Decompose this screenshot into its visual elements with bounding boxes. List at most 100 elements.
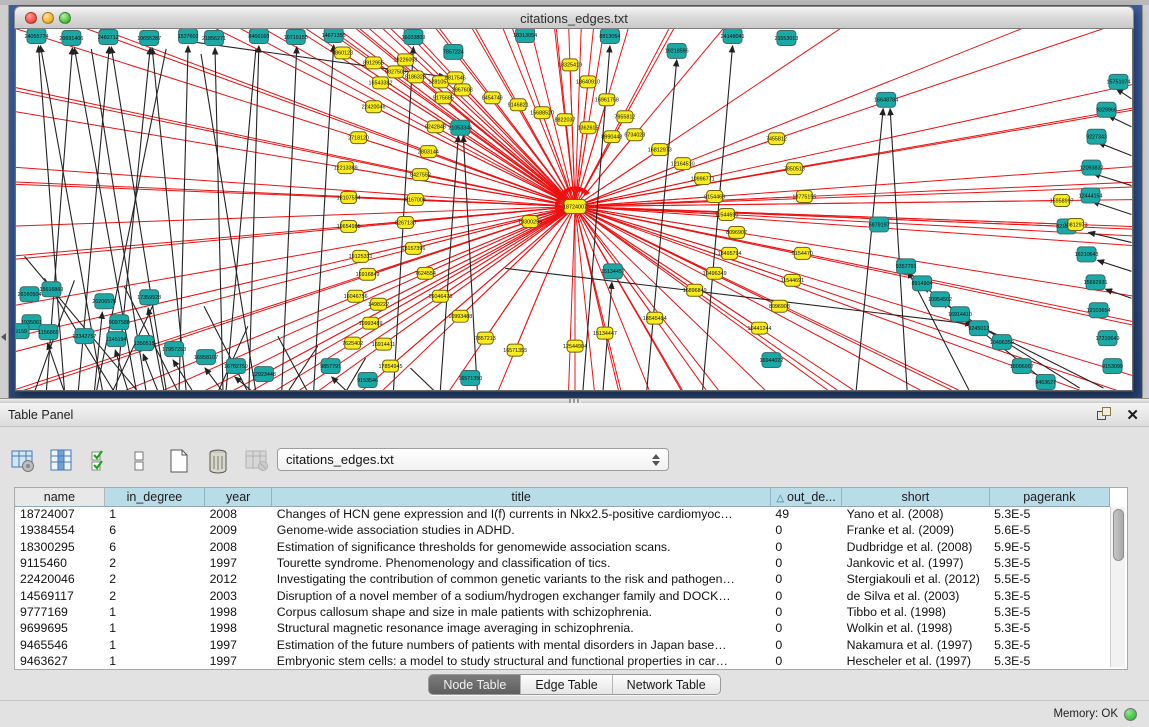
table-cell[interactable]: 1 xyxy=(104,653,204,669)
table-cell[interactable]: 9463627 xyxy=(15,653,104,669)
tab-edge-table[interactable]: Edge Table xyxy=(521,675,612,694)
table-cell[interactable]: 5.3E-5 xyxy=(989,604,1109,620)
table-cell[interactable]: 9777169 xyxy=(15,604,104,620)
table-row[interactable]: 977716911998Corpus callosum shape and si… xyxy=(15,604,1110,620)
table-cell[interactable]: 0 xyxy=(770,620,841,636)
float-panel-icon[interactable] xyxy=(1097,407,1113,423)
table-cell[interactable]: 1997 xyxy=(205,653,272,669)
table-cell[interactable]: Changes of HCN gene expression and I(f) … xyxy=(272,506,771,522)
table-row[interactable]: 1456911722003Disruption of a novel membe… xyxy=(15,587,1110,603)
table-cell[interactable]: 0 xyxy=(770,555,841,571)
black-citation-edges[interactable] xyxy=(25,41,1132,390)
table-cell[interactable]: 6 xyxy=(104,539,204,555)
show-column-icon[interactable] xyxy=(47,446,77,476)
network-nodes[interactable]: 1872400724055724206914062482712106552871… xyxy=(16,29,1130,390)
column-header-name[interactable]: name xyxy=(15,488,104,506)
table-vertical-scrollbar[interactable] xyxy=(1110,507,1125,667)
table-cell[interactable]: 9115460 xyxy=(15,555,104,571)
table-cell[interactable]: 2 xyxy=(104,587,204,603)
column-header-out_de[interactable]: △out_de... xyxy=(770,488,841,506)
close-panel-icon[interactable]: ✕ xyxy=(1126,406,1139,424)
table-cell[interactable]: Jankovic et al. (1997) xyxy=(842,555,989,571)
table-cell[interactable]: 6 xyxy=(104,522,204,538)
table-cell[interactable]: 5.6E-5 xyxy=(989,522,1109,538)
table-cell[interactable]: 0 xyxy=(770,604,841,620)
table-cell[interactable]: 2008 xyxy=(205,539,272,555)
table-cell[interactable]: 2009 xyxy=(205,522,272,538)
collapse-arrow-icon[interactable] xyxy=(1,333,6,341)
table-cell[interactable]: Stergiakouli et al. (2012) xyxy=(842,571,989,587)
table-cell[interactable]: Estimation of significance thresholds fo… xyxy=(272,539,771,555)
table-cell[interactable]: Yano et al. (2008) xyxy=(842,506,989,522)
table-cell[interactable]: 1998 xyxy=(205,620,272,636)
tab-node-table[interactable]: Node Table xyxy=(429,675,521,694)
table-cell[interactable]: 2003 xyxy=(205,587,272,603)
table-cell[interactable]: 5.3E-5 xyxy=(989,587,1109,603)
table-row[interactable]: 1938455462009Genome-wide association stu… xyxy=(15,522,1110,538)
table-cell[interactable]: 1998 xyxy=(205,604,272,620)
column-header-title[interactable]: title xyxy=(272,488,771,506)
table-cell[interactable]: Structural magnetic resonance image aver… xyxy=(272,620,771,636)
table-cell[interactable]: Wolkin et al. (1998) xyxy=(842,620,989,636)
table-cell[interactable]: Estimation of the future numbers of pati… xyxy=(272,636,771,652)
collapsed-control-panel-divider[interactable] xyxy=(0,5,9,398)
column-header-year[interactable]: year xyxy=(205,488,272,506)
table-cell[interactable]: Investigating the contribution of common… xyxy=(272,571,771,587)
table-cell[interactable]: 5.5E-5 xyxy=(989,571,1109,587)
table-header-row[interactable]: namein_degreeyeartitle△out_de...shortpag… xyxy=(15,488,1110,506)
table-cell[interactable]: Genome-wide association studies in ADHD. xyxy=(272,522,771,538)
table-cell[interactable]: 5.3E-5 xyxy=(989,653,1109,669)
table-cell[interactable]: 2 xyxy=(104,571,204,587)
table-cell[interactable]: 5.3E-5 xyxy=(989,555,1109,571)
table-cell[interactable]: Embryonic stem cells: a model to study s… xyxy=(272,653,771,669)
column-header-in_degree[interactable]: in_degree xyxy=(104,488,204,506)
table-cell[interactable]: 5.3E-5 xyxy=(989,636,1109,652)
table-cell[interactable]: 1997 xyxy=(205,555,272,571)
table-cell[interactable]: Tourette syndrome. Phenomenology and cla… xyxy=(272,555,771,571)
table-cell[interactable]: 1997 xyxy=(205,636,272,652)
table-cell[interactable]: 9699695 xyxy=(15,620,104,636)
table-cell[interactable]: 1 xyxy=(104,636,204,652)
table-cell[interactable]: Nakamura et al. (1997) xyxy=(842,636,989,652)
node-table[interactable]: namein_degreeyeartitle△out_de...shortpag… xyxy=(15,488,1110,669)
column-header-short[interactable]: short xyxy=(842,488,989,506)
table-row[interactable]: 1830029562008Estimation of significance … xyxy=(15,539,1110,555)
unselect-all-icon[interactable] xyxy=(125,446,155,476)
table-mode-icon[interactable] xyxy=(8,446,38,476)
select-all-icon[interactable] xyxy=(86,446,116,476)
table-row[interactable]: 946554611997Estimation of the future num… xyxy=(15,636,1110,652)
delete-column-icon[interactable] xyxy=(203,446,233,476)
network-window-titlebar[interactable]: citations_edges.txt xyxy=(14,6,1134,29)
table-cell[interactable]: 1 xyxy=(104,604,204,620)
table-cell[interactable]: 9465546 xyxy=(15,636,104,652)
table-cell[interactable]: 22420046 xyxy=(15,571,104,587)
table-cell[interactable]: 2008 xyxy=(205,506,272,522)
new-column-icon[interactable] xyxy=(164,446,194,476)
table-cell[interactable]: Tibbo et al. (1998) xyxy=(842,604,989,620)
network-canvas[interactable]: 1872400724055724206914062482712106552871… xyxy=(16,29,1132,390)
table-cell[interactable]: 5.3E-5 xyxy=(989,620,1109,636)
table-cell[interactable]: 5.3E-5 xyxy=(989,506,1109,522)
network-view-window[interactable]: citations_edges.txt 18724007240557242069… xyxy=(14,6,1134,392)
table-cell[interactable]: 5.9E-5 xyxy=(989,539,1109,555)
table-cell[interactable]: 14569117 xyxy=(15,587,104,603)
table-row[interactable]: 2242004622012Investigating the contribut… xyxy=(15,571,1110,587)
table-row[interactable]: 911546021997Tourette syndrome. Phenomeno… xyxy=(15,555,1110,571)
table-cell[interactable]: 2 xyxy=(104,555,204,571)
column-header-pagerank[interactable]: pagerank xyxy=(989,488,1109,506)
table-cell[interactable]: 0 xyxy=(770,539,841,555)
table-cell[interactable]: de Silva et al. (2003) xyxy=(842,587,989,603)
table-cell[interactable]: 18724007 xyxy=(15,506,104,522)
table-selector-dropdown[interactable]: citations_edges.txt xyxy=(277,448,669,471)
table-row[interactable]: 1872400712008Changes of HCN gene express… xyxy=(15,506,1110,522)
table-cell[interactable]: 1 xyxy=(104,506,204,522)
table-cell[interactable]: Hescheler et al. (1997) xyxy=(842,653,989,669)
table-cell[interactable]: 0 xyxy=(770,587,841,603)
table-cell[interactable]: 2012 xyxy=(205,571,272,587)
table-cell[interactable]: Corpus callosum shape and size in male p… xyxy=(272,604,771,620)
table-row[interactable]: 969969511998Structural magnetic resonanc… xyxy=(15,620,1110,636)
tab-network-table[interactable]: Network Table xyxy=(613,675,720,694)
scrollbar-thumb[interactable] xyxy=(1113,509,1124,561)
memory-status-indicator[interactable] xyxy=(1124,708,1137,721)
table-cell[interactable]: 1 xyxy=(104,620,204,636)
